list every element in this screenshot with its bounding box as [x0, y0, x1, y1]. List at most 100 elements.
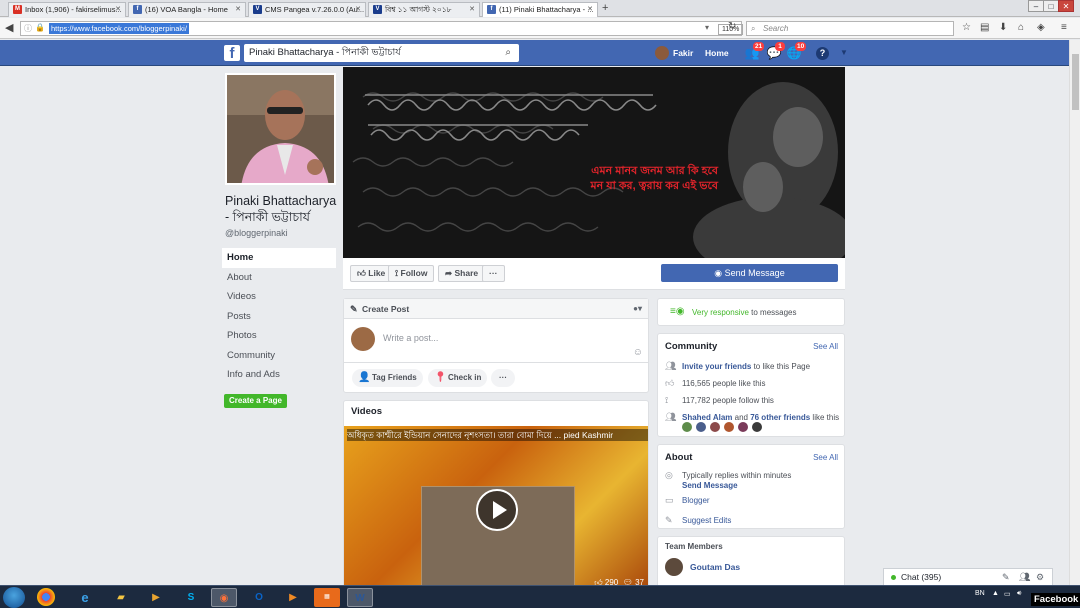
share-button[interactable]: ➦ Share [438, 265, 486, 282]
pocket-icon[interactable]: ◈ [1037, 22, 1045, 33]
home-link[interactable]: Home [705, 45, 729, 61]
avatar[interactable] [696, 422, 707, 432]
file-explorer-icon[interactable]: ▰ [108, 588, 134, 607]
about-see-all-link[interactable]: See All [813, 453, 838, 462]
close-icon[interactable]: ✕ [355, 3, 361, 16]
post-input[interactable]: Write a post... [383, 333, 438, 343]
close-icon[interactable]: ✕ [587, 3, 593, 16]
nav-posts[interactable]: Posts [222, 307, 336, 327]
volume-icon[interactable]: 🔊︎ [1017, 590, 1021, 598]
create-page-button[interactable]: Create a Page [224, 394, 287, 408]
app-icon[interactable]: ▦ [314, 588, 340, 607]
maximize-button[interactable]: □ [1043, 0, 1059, 12]
word-icon[interactable]: W [347, 588, 373, 607]
help-icon[interactable]: ? [816, 47, 829, 60]
tag-friends-button[interactable]: 👤 Tag Friends [352, 369, 423, 387]
follow-button[interactable]: ⟟ Follow [388, 265, 435, 282]
nav-info-ads[interactable]: Info and Ads [222, 365, 336, 385]
community-see-all-link[interactable]: See All [813, 342, 838, 351]
suggest-edits-link[interactable]: Suggest Edits [682, 516, 731, 525]
nav-videos[interactable]: Videos [222, 287, 336, 307]
language-indicator[interactable]: BN [975, 590, 985, 597]
minimize-button[interactable]: – [1028, 0, 1044, 12]
download-icon[interactable]: ⬇ [999, 22, 1007, 33]
network-icon[interactable]: ▭ [1004, 590, 1011, 598]
invite-friends-link[interactable]: Invite your friends [682, 362, 751, 371]
internet-explorer-icon[interactable]: e [72, 588, 98, 607]
profile-picture[interactable] [225, 73, 336, 185]
search-icon[interactable]: ⌕ [505, 44, 511, 62]
media-player-icon[interactable]: ▶ [143, 588, 169, 607]
outlook-icon[interactable]: O [246, 588, 272, 607]
avatar[interactable] [710, 422, 721, 432]
compose-icon[interactable]: ✎ [1002, 569, 1010, 585]
community-title[interactable]: Community [665, 341, 717, 352]
facebook-search-input[interactable]: Pinaki Bhattacharya - পিনাকী ভট্টাচার্য … [244, 44, 519, 62]
close-window-button[interactable]: ✕ [1058, 0, 1074, 12]
chat-bar[interactable]: Chat (395) ✎ 👥︎ ⚙ [883, 568, 1053, 586]
friend-requests-icon[interactable]: 👥 21 [744, 42, 765, 61]
back-arrow-icon[interactable]: ◀ [5, 21, 13, 34]
browser-tab-world[interactable]: V বিশ্ব ১১ আগস্ট ২০১৮ ✕ [368, 2, 480, 17]
nav-about[interactable]: About [222, 268, 336, 288]
friend-name-link[interactable]: Shahed Alam [682, 413, 732, 422]
menu-icon[interactable]: ≡ [1061, 22, 1067, 33]
page-scrollbar[interactable] [1069, 40, 1080, 585]
page-handle[interactable]: @bloggerpinaki [225, 228, 288, 238]
send-message-button[interactable]: ◉ Send Message [661, 264, 838, 282]
category-link[interactable]: Blogger [682, 496, 710, 505]
check-in-button[interactable]: 📍︎ Check in [428, 369, 488, 387]
create-post-header[interactable]: ✎ Create Post ●▾ [344, 299, 648, 319]
url-bar[interactable]: ⓘ 🔒 https://www.facebook.com/bloggerpina… [20, 21, 744, 36]
home-icon[interactable]: ⌂ [1018, 22, 1024, 33]
firefox-icon[interactable]: ◉ [211, 588, 237, 607]
chrome-icon[interactable] [37, 588, 55, 606]
about-title[interactable]: About [665, 452, 692, 463]
about-send-message-link[interactable]: Send Message [682, 481, 738, 490]
close-icon[interactable]: ✕ [469, 3, 475, 16]
cover-photo[interactable]: এমন মানব জনম আর কি হবে মন যা কর, ত্বরায়… [343, 67, 845, 258]
post-as-selector[interactable]: ●▾ [633, 299, 642, 319]
more-options-button[interactable]: ··· [491, 369, 515, 387]
chevron-down-icon[interactable]: ▼ [836, 45, 852, 61]
browser-search-input[interactable]: ⌕ Search [746, 21, 954, 36]
close-icon[interactable]: ✕ [115, 3, 121, 16]
other-friends-link[interactable]: 76 other friends [750, 413, 810, 422]
user-profile-link[interactable]: Fakir [655, 45, 693, 61]
emoji-icon[interactable]: ☺ [633, 347, 643, 358]
browser-tab-gmail[interactable]: M Inbox (1,906) - fakirselimus... ✕ [8, 2, 126, 17]
browser-tab-voa-bangla[interactable]: f (16) VOA Bangla - Home ✕ [128, 2, 246, 17]
video-player[interactable]: অধিকৃত কাশ্মীরে ইন্ডিয়ান সেনাদের নৃশংসত… [344, 426, 648, 589]
skype-icon[interactable]: S [178, 588, 204, 607]
avatar[interactable] [738, 422, 749, 432]
vlc-icon[interactable]: ▶ [280, 588, 306, 607]
info-icon[interactable]: ⓘ [24, 23, 32, 34]
notifications-icon[interactable]: 🌐 10 [786, 42, 807, 61]
gear-icon[interactable]: ⚙ [1036, 569, 1044, 585]
avatar[interactable] [724, 422, 735, 432]
close-icon[interactable]: ✕ [235, 3, 241, 16]
star-icon[interactable]: ☆ [962, 22, 971, 33]
friends-icon[interactable]: 👥︎ [1019, 569, 1030, 585]
videos-title[interactable]: Videos [344, 401, 648, 423]
chevron-up-icon[interactable]: ▲ [992, 590, 999, 597]
page-name[interactable]: Pinaki Bhattacharya - পিনাকী ভট্টাচার্য [225, 193, 340, 225]
avatar[interactable] [752, 422, 763, 432]
start-button[interactable] [3, 587, 25, 608]
url-text[interactable]: https://www.facebook.com/bloggerpinaki/ [49, 23, 189, 34]
new-tab-button[interactable]: + [602, 2, 608, 14]
scrollbar-thumb[interactable] [1072, 54, 1079, 110]
reading-list-icon[interactable]: ▤ [980, 22, 989, 33]
chevron-down-icon[interactable]: ▾ [705, 23, 709, 32]
nav-home[interactable]: Home [222, 248, 336, 268]
avatar[interactable] [682, 422, 692, 432]
messages-icon[interactable]: 💬 1 [766, 42, 785, 61]
facebook-logo-icon[interactable]: f [224, 45, 240, 62]
browser-tab-cms[interactable]: V CMS Pangea v.7.26.0.0 (Au... ✕ [248, 2, 366, 17]
nav-community[interactable]: Community [222, 346, 336, 366]
more-button[interactable]: ··· [482, 265, 505, 282]
avatar[interactable] [665, 558, 683, 576]
reload-icon[interactable]: ↻ [728, 21, 736, 32]
team-member-link[interactable]: Goutam Das [690, 562, 740, 572]
play-button[interactable] [476, 489, 518, 531]
